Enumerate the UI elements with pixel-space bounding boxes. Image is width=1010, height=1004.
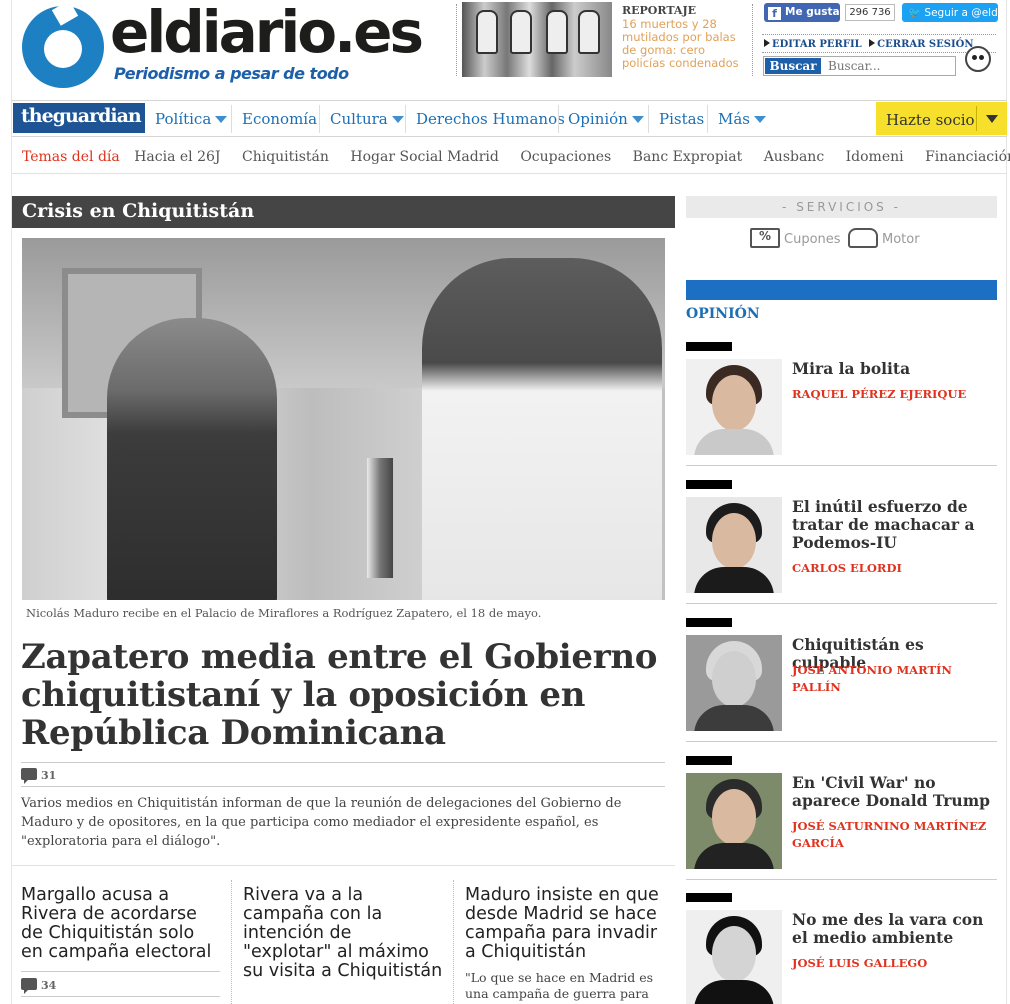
topic-link[interactable]: Ausbanc [764, 149, 824, 165]
opinion-title[interactable]: En 'Civil War' no aparece Donald Trump [792, 774, 997, 810]
search-button[interactable]: Buscar [765, 58, 821, 74]
nav-mas[interactable]: Más [718, 110, 766, 128]
logo-tagline: Periodismo a pesar de todo [114, 64, 349, 83]
story-title[interactable]: Maduro insiste en que desde Madrid se ha… [465, 886, 665, 962]
facebook-like-button[interactable]: f Me gusta [764, 3, 840, 22]
opinion-title[interactable]: No me des la vara con el medio ambiente [792, 911, 997, 947]
story-card[interactable]: Maduro insiste en que desde Madrid se ha… [465, 886, 665, 1002]
chevron-down-icon [754, 116, 766, 123]
logout-link[interactable]: CERRAR SESIÓN [869, 39, 974, 50]
chevron-down-icon [215, 116, 228, 123]
nav-pistas[interactable]: Pistas [659, 110, 704, 128]
car-icon [848, 228, 878, 248]
topic-link[interactable]: Banc Expropiat [633, 149, 743, 165]
topic-link[interactable]: Ocupaciones [520, 149, 611, 165]
guardian-logo[interactable]: theguardian [13, 103, 145, 133]
section-header[interactable]: Crisis en Chiquitistán [12, 196, 675, 228]
search-box: Buscar [763, 56, 956, 76]
opinion-title[interactable]: El inútil esfuerzo de tratar de machacar… [792, 498, 997, 552]
topic-link[interactable]: Financiación PP [925, 149, 1010, 165]
comment-icon [21, 978, 37, 994]
nav-economia[interactable]: Economía [242, 110, 317, 128]
opinion-author[interactable]: JOSÉ ANTONIO MARTÍN PALLÍN [792, 662, 992, 696]
photo-caption: Nicolás Maduro recibe en el Palacio de M… [26, 606, 542, 620]
comment-icon [21, 768, 37, 784]
main-nav: theguardian Política Economía Cultura De… [12, 100, 1007, 137]
nav-derechos-humanos[interactable]: Derechos Humanos [416, 110, 565, 128]
logo-mark [22, 0, 104, 88]
promo-title[interactable]: 16 muertos y 28 mutilados por balas de g… [622, 18, 746, 70]
facebook-like-count: 296 736 [845, 4, 895, 21]
author-photo[interactable] [686, 359, 782, 455]
opinion-author[interactable]: JOSÉ LUIS GALLEGO [792, 955, 992, 972]
edit-profile-link[interactable]: EDITAR PERFIL [764, 39, 862, 50]
account-links: EDITAR PERFIL CERRAR SESIÓN [764, 39, 978, 50]
promo-image[interactable] [462, 2, 612, 77]
divider [21, 971, 220, 972]
comment-count[interactable]: 31 [21, 768, 56, 784]
promo-reportaje[interactable]: REPORTAJE 16 muertos y 28 mutilados por … [462, 2, 750, 78]
trending-topics: Temas del día Hacia el 26J Chiquitistán … [22, 149, 1010, 165]
search-input[interactable] [824, 58, 954, 74]
story-title[interactable]: Margallo acusa a Rivera de acordarse de … [21, 886, 221, 962]
chevron-down-icon [391, 116, 404, 123]
service-motor[interactable]: Motor [848, 228, 920, 248]
lead-photo[interactable] [22, 238, 665, 600]
header-divider [762, 52, 996, 53]
sidebar-banner [686, 280, 997, 300]
user-avatar[interactable] [965, 46, 991, 72]
site-logo[interactable]: eldiario.es Periodismo a pesar de todo [22, 0, 436, 88]
services-header: - SERVICIOS - [686, 196, 997, 218]
opinion-author[interactable]: RAQUEL PÉREZ EJERIQUE [792, 386, 992, 403]
promo-kicker: REPORTAJE [622, 4, 697, 17]
story-card[interactable]: Rivera va a la campaña con la intención … [243, 886, 443, 981]
topic-link[interactable]: Hacia el 26J [134, 149, 220, 165]
coupon-icon [750, 228, 780, 248]
chevron-down-icon [986, 115, 998, 123]
twitter-follow-button[interactable]: 🐦 Seguir a @eldi [902, 3, 998, 22]
opinion-header[interactable]: OPINIÓN [686, 306, 760, 322]
header-divider [456, 4, 457, 76]
header-divider [762, 34, 996, 35]
nav-cultura[interactable]: Cultura [330, 110, 404, 128]
divider [12, 173, 1007, 174]
arrow-right-icon [764, 39, 770, 47]
topic-link[interactable]: Hogar Social Madrid [350, 149, 498, 165]
divider [21, 786, 665, 787]
lead-headline[interactable]: Zapatero media entre el Gobierno chiquit… [21, 638, 661, 752]
facebook-icon: f [768, 7, 781, 20]
topics-label: Temas del día [22, 149, 120, 165]
nav-politica[interactable]: Política [155, 110, 228, 128]
story-title[interactable]: Rivera va a la campaña con la intención … [243, 886, 443, 981]
logo-word: eldiario.es [110, 0, 424, 66]
divider [12, 865, 675, 866]
opinion-title[interactable]: Mira la bolita [792, 360, 997, 378]
header-divider [752, 4, 753, 76]
story-card[interactable]: Margallo acusa a Rivera de acordarse de … [21, 886, 221, 962]
nav-opinion[interactable]: Opinión [568, 110, 644, 128]
lead-summary: Varios medios en Chiquitistán informan d… [21, 796, 622, 849]
author-photo[interactable] [686, 635, 782, 731]
social-buttons: f Me gusta 296 736 🐦 Seguir a @eldi [764, 3, 998, 23]
opinion-author[interactable]: JOSÉ SATURNINO MARTÍNEZ GARCÍA [792, 818, 992, 852]
author-photo[interactable] [686, 773, 782, 869]
comment-count[interactable]: 34 [21, 978, 56, 994]
twitter-icon: 🐦 [908, 7, 925, 19]
service-cupones[interactable]: Cupones [750, 228, 841, 248]
story-excerpt: "Lo que se hace en Madrid es una campaña… [465, 970, 654, 1001]
divider [21, 996, 220, 997]
chevron-down-icon [631, 116, 644, 123]
author-photo[interactable] [686, 910, 782, 1004]
opinion-author[interactable]: CARLOS ELORDI [792, 560, 992, 577]
divider [21, 762, 665, 763]
arrow-right-icon [869, 39, 876, 47]
author-photo[interactable] [686, 497, 782, 593]
hazte-socio-button[interactable]: Hazte socio [876, 102, 1007, 135]
topic-link[interactable]: Chiquitistán [242, 149, 329, 165]
topic-link[interactable]: Idomeni [846, 149, 904, 165]
